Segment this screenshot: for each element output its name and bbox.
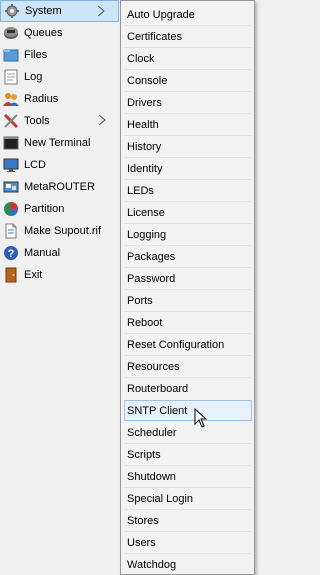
submenu-item-label: Clock (127, 52, 155, 65)
submenu-item-stores[interactable]: Stores (124, 510, 252, 531)
submenu-item-label: Ports (127, 294, 153, 307)
metarouter-icon (3, 179, 19, 195)
menu-item-label: New Terminal (24, 137, 91, 149)
system-submenu: Auto Upgrade Certificates Clock Console … (120, 0, 255, 575)
menu-item-log[interactable]: Log (0, 66, 119, 88)
menu-item-queues[interactable]: Queues (0, 22, 119, 44)
folder-icon (3, 47, 19, 63)
queues-icon (3, 25, 19, 41)
submenu-item-label: SNTP Client (127, 404, 188, 417)
menu-item-new-terminal[interactable]: New Terminal (0, 132, 119, 154)
submenu-item-ports[interactable]: Ports (124, 290, 252, 311)
submenu-item-logging[interactable]: Logging (124, 224, 252, 245)
menu-item-make-supout[interactable]: Make Supout.rif (0, 220, 119, 242)
submenu-item-label: Logging (127, 228, 167, 241)
submenu-item-label: LEDs (127, 184, 154, 197)
submenu-item-identity[interactable]: Identity (124, 158, 252, 179)
tools-icon (3, 113, 19, 129)
submenu-item-shutdown[interactable]: Shutdown (124, 466, 252, 487)
terminal-icon (3, 135, 19, 151)
submenu-item-auto-upgrade[interactable]: Auto Upgrade (124, 4, 252, 25)
document-icon (3, 223, 19, 239)
submenu-item-scripts[interactable]: Scripts (124, 444, 252, 465)
menu-item-partition[interactable]: Partition (0, 198, 119, 220)
log-icon (3, 69, 19, 85)
menu-item-system[interactable]: System (0, 0, 119, 22)
gear-icon (4, 3, 20, 19)
submenu-item-label: Scripts (127, 448, 161, 461)
monitor-icon (3, 157, 19, 173)
menu-item-tools[interactable]: Tools (0, 110, 119, 132)
submenu-item-label: Identity (127, 162, 163, 175)
submenu-item-routerboard[interactable]: Routerboard (124, 378, 252, 399)
pie-icon (3, 201, 19, 217)
menu-item-label: Log (24, 71, 43, 83)
submenu-item-reboot[interactable]: Reboot (124, 312, 252, 333)
submenu-item-label: Routerboard (127, 382, 189, 395)
submenu-item-label: Resources (127, 360, 180, 373)
submenu-item-scheduler[interactable]: Scheduler (124, 422, 252, 443)
submenu-item-certificates[interactable]: Certificates (124, 26, 252, 47)
submenu-item-packages[interactable]: Packages (124, 246, 252, 267)
submenu-item-label: Users (127, 536, 156, 549)
users-icon (3, 91, 19, 107)
menu-item-label: MetaROUTER (24, 181, 95, 193)
submenu-item-label: Certificates (127, 30, 183, 43)
menu-item-exit[interactable]: Exit (0, 264, 119, 286)
submenu-item-watchdog[interactable]: Watchdog (124, 554, 252, 575)
submenu-item-drivers[interactable]: Drivers (124, 92, 252, 113)
submenu-arrow-icon (97, 5, 105, 17)
submenu-item-label: Stores (127, 514, 159, 527)
menu-item-label: System (25, 5, 62, 17)
submenu-item-label: License (127, 206, 165, 219)
menu-item-files[interactable]: Files (0, 44, 119, 66)
submenu-item-label: Health (127, 118, 159, 131)
help-icon: ? (3, 245, 19, 261)
submenu-item-label: History (127, 140, 162, 153)
submenu-item-label: Console (127, 74, 168, 87)
menu-item-lcd[interactable]: LCD (0, 154, 119, 176)
menu-item-radius[interactable]: Radius (0, 88, 119, 110)
submenu-item-special-login[interactable]: Special Login (124, 488, 252, 509)
submenu-item-label: Shutdown (127, 470, 176, 483)
submenu-item-label: Scheduler (127, 426, 177, 439)
submenu-item-label: Packages (127, 250, 176, 263)
menu-item-label: Make Supout.rif (24, 225, 102, 237)
exit-icon (3, 267, 19, 283)
mouse-pointer-icon (194, 408, 208, 428)
submenu-item-label: Password (127, 272, 176, 285)
menu-item-label: Files (24, 49, 48, 61)
submenu-item-password[interactable]: Password (124, 268, 252, 289)
submenu-item-clock[interactable]: Clock (124, 48, 252, 69)
submenu-item-history[interactable]: History (124, 136, 252, 157)
submenu-item-label: Watchdog (127, 558, 177, 571)
submenu-arrow-icon (98, 114, 106, 126)
submenu-item-users[interactable]: Users (124, 532, 252, 553)
submenu-item-label: Drivers (127, 96, 162, 109)
submenu-item-label: Reset Configuration (127, 338, 225, 351)
submenu-item-label: Auto Upgrade (127, 8, 195, 21)
menu-item-label: Exit (24, 269, 43, 281)
menu-item-label: Queues (24, 27, 63, 39)
menu-item-label: LCD (24, 159, 47, 171)
submenu-item-license[interactable]: License (124, 202, 252, 223)
submenu-item-sntp-client[interactable]: SNTP Client (124, 400, 252, 421)
menu-item-manual[interactable]: ? Manual (0, 242, 119, 264)
menu-item-label: Radius (24, 93, 59, 105)
svg-text:?: ? (8, 248, 15, 260)
submenu-item-health[interactable]: Health (124, 114, 252, 135)
menu-item-label: Manual (24, 247, 61, 259)
submenu-item-label: Special Login (127, 492, 194, 505)
menu-item-metarouter[interactable]: MetaROUTER (0, 176, 119, 198)
submenu-item-leds[interactable]: LEDs (124, 180, 252, 201)
menu-item-label: Tools (24, 115, 50, 127)
submenu-item-reset-configuration[interactable]: Reset Configuration (124, 334, 252, 355)
submenu-item-console[interactable]: Console (124, 70, 252, 91)
submenu-item-resources[interactable]: Resources (124, 356, 252, 377)
menu-item-label: Partition (24, 203, 65, 215)
side-menu: System Queues Files Log Radius Tools New… (0, 0, 121, 575)
submenu-item-label: Reboot (127, 316, 163, 329)
